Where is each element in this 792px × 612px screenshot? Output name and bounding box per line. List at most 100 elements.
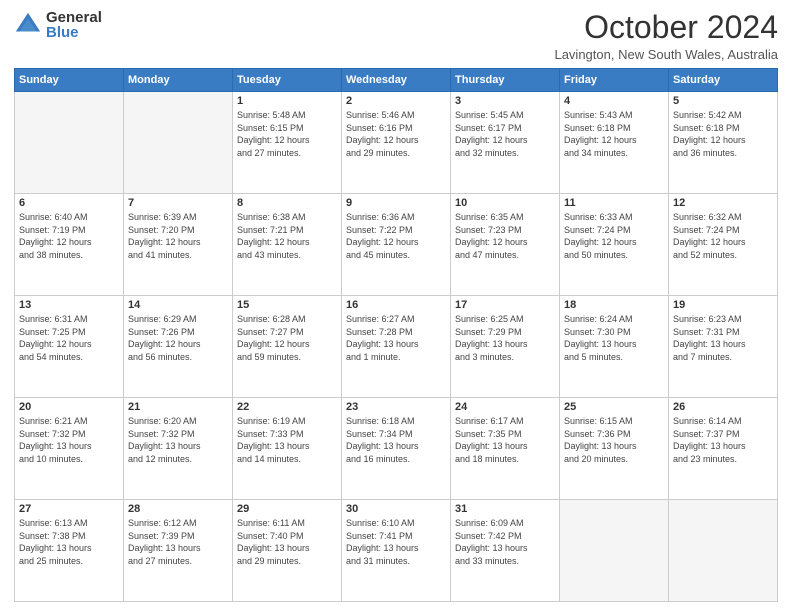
calendar-cell: 7 Sunrise: 6:39 AM Sunset: 7:20 PM Daylig…	[124, 194, 233, 296]
day-number: 14	[128, 299, 228, 311]
calendar-cell: 26 Sunrise: 6:14 AM Sunset: 7:37 PM Dayli…	[669, 398, 778, 500]
day-info: Sunrise: 6:29 AM Sunset: 7:26 PM Dayligh…	[128, 313, 228, 363]
day-number: 2	[346, 95, 446, 107]
location: Lavington, New South Wales, Australia	[554, 47, 778, 62]
day-number: 16	[346, 299, 446, 311]
day-info: Sunrise: 6:14 AM Sunset: 7:37 PM Dayligh…	[673, 415, 773, 465]
day-number: 15	[237, 299, 337, 311]
week-row-0: 1 Sunrise: 5:48 AM Sunset: 6:15 PM Daylig…	[15, 92, 778, 194]
day-number: 8	[237, 197, 337, 209]
day-number: 28	[128, 503, 228, 515]
day-info: Sunrise: 6:17 AM Sunset: 7:35 PM Dayligh…	[455, 415, 555, 465]
day-info: Sunrise: 6:35 AM Sunset: 7:23 PM Dayligh…	[455, 211, 555, 261]
title-area: October 2024 Lavington, New South Wales,…	[554, 10, 778, 62]
day-info: Sunrise: 6:21 AM Sunset: 7:32 PM Dayligh…	[19, 415, 119, 465]
day-number: 6	[19, 197, 119, 209]
col-tuesday: Tuesday	[233, 69, 342, 92]
calendar-cell: 23 Sunrise: 6:18 AM Sunset: 7:34 PM Dayli…	[342, 398, 451, 500]
calendar-cell: 6Sunrise: 6:40 AM Sunset: 7:19 PM Daylig…	[15, 194, 124, 296]
day-number: 7	[128, 197, 228, 209]
day-number: 26	[673, 401, 773, 413]
day-info: Sunrise: 6:32 AM Sunset: 7:24 PM Dayligh…	[673, 211, 773, 261]
calendar-cell	[669, 500, 778, 602]
logo-general: General	[46, 10, 102, 25]
calendar-cell: 30 Sunrise: 6:10 AM Sunset: 7:41 PM Dayli…	[342, 500, 451, 602]
day-info: Sunrise: 6:27 AM Sunset: 7:28 PM Dayligh…	[346, 313, 446, 363]
calendar-cell: 20Sunrise: 6:21 AM Sunset: 7:32 PM Dayli…	[15, 398, 124, 500]
day-number: 1	[237, 95, 337, 107]
day-info: Sunrise: 6:09 AM Sunset: 7:42 PM Dayligh…	[455, 517, 555, 567]
day-info: Sunrise: 5:43 AM Sunset: 6:18 PM Dayligh…	[564, 109, 664, 159]
calendar-cell: 19 Sunrise: 6:23 AM Sunset: 7:31 PM Dayli…	[669, 296, 778, 398]
day-info: Sunrise: 6:12 AM Sunset: 7:39 PM Dayligh…	[128, 517, 228, 567]
calendar-cell: 1 Sunrise: 5:48 AM Sunset: 6:15 PM Daylig…	[233, 92, 342, 194]
calendar-cell	[15, 92, 124, 194]
calendar-cell: 18Sunrise: 6:24 AM Sunset: 7:30 PM Dayli…	[560, 296, 669, 398]
day-number: 31	[455, 503, 555, 515]
day-number: 24	[455, 401, 555, 413]
day-number: 22	[237, 401, 337, 413]
day-number: 21	[128, 401, 228, 413]
calendar-body: 1 Sunrise: 5:48 AM Sunset: 6:15 PM Daylig…	[15, 92, 778, 602]
calendar-cell: 3 Sunrise: 5:45 AM Sunset: 6:17 PM Daylig…	[451, 92, 560, 194]
day-info: Sunrise: 6:38 AM Sunset: 7:21 PM Dayligh…	[237, 211, 337, 261]
day-info: Sunrise: 6:28 AM Sunset: 7:27 PM Dayligh…	[237, 313, 337, 363]
col-monday: Monday	[124, 69, 233, 92]
logo: General Blue	[14, 10, 102, 40]
day-info: Sunrise: 6:19 AM Sunset: 7:33 PM Dayligh…	[237, 415, 337, 465]
day-number: 17	[455, 299, 555, 311]
col-wednesday: Wednesday	[342, 69, 451, 92]
calendar-cell: 4 Sunrise: 5:43 AM Sunset: 6:18 PM Daylig…	[560, 92, 669, 194]
calendar-cell: 27Sunrise: 6:13 AM Sunset: 7:38 PM Dayli…	[15, 500, 124, 602]
day-info: Sunrise: 5:45 AM Sunset: 6:17 PM Dayligh…	[455, 109, 555, 159]
page: General Blue October 2024 Lavington, New…	[0, 0, 792, 612]
logo-icon	[14, 11, 42, 39]
calendar-header: Sunday Monday Tuesday Wednesday Thursday…	[15, 69, 778, 92]
calendar-cell: 8 Sunrise: 6:38 AM Sunset: 7:21 PM Daylig…	[233, 194, 342, 296]
day-info: Sunrise: 6:23 AM Sunset: 7:31 PM Dayligh…	[673, 313, 773, 363]
day-info: Sunrise: 5:42 AM Sunset: 6:18 PM Dayligh…	[673, 109, 773, 159]
week-row-2: 13Sunrise: 6:31 AM Sunset: 7:25 PM Dayli…	[15, 296, 778, 398]
logo-blue: Blue	[46, 25, 102, 40]
day-info: Sunrise: 6:36 AM Sunset: 7:22 PM Dayligh…	[346, 211, 446, 261]
calendar-cell: 15 Sunrise: 6:28 AM Sunset: 7:27 PM Dayli…	[233, 296, 342, 398]
day-info: Sunrise: 6:39 AM Sunset: 7:20 PM Dayligh…	[128, 211, 228, 261]
calendar-cell: 12 Sunrise: 6:32 AM Sunset: 7:24 PM Dayli…	[669, 194, 778, 296]
day-number: 25	[564, 401, 664, 413]
day-number: 9	[346, 197, 446, 209]
calendar-cell	[560, 500, 669, 602]
calendar-cell: 22 Sunrise: 6:19 AM Sunset: 7:33 PM Dayli…	[233, 398, 342, 500]
day-info: Sunrise: 5:46 AM Sunset: 6:16 PM Dayligh…	[346, 109, 446, 159]
day-info: Sunrise: 6:15 AM Sunset: 7:36 PM Dayligh…	[564, 415, 664, 465]
day-info: Sunrise: 6:18 AM Sunset: 7:34 PM Dayligh…	[346, 415, 446, 465]
day-number: 12	[673, 197, 773, 209]
day-number: 4	[564, 95, 664, 107]
col-sunday: Sunday	[15, 69, 124, 92]
calendar-cell: 11Sunrise: 6:33 AM Sunset: 7:24 PM Dayli…	[560, 194, 669, 296]
day-info: Sunrise: 6:33 AM Sunset: 7:24 PM Dayligh…	[564, 211, 664, 261]
calendar-cell: 24 Sunrise: 6:17 AM Sunset: 7:35 PM Dayli…	[451, 398, 560, 500]
day-info: Sunrise: 5:48 AM Sunset: 6:15 PM Dayligh…	[237, 109, 337, 159]
day-info: Sunrise: 6:11 AM Sunset: 7:40 PM Dayligh…	[237, 517, 337, 567]
calendar-cell: 29 Sunrise: 6:11 AM Sunset: 7:40 PM Dayli…	[233, 500, 342, 602]
calendar-cell: 25 Sunrise: 6:15 AM Sunset: 7:36 PM Dayli…	[560, 398, 669, 500]
calendar-cell: 31 Sunrise: 6:09 AM Sunset: 7:42 PM Dayli…	[451, 500, 560, 602]
day-info: Sunrise: 6:20 AM Sunset: 7:32 PM Dayligh…	[128, 415, 228, 465]
day-info: Sunrise: 6:10 AM Sunset: 7:41 PM Dayligh…	[346, 517, 446, 567]
calendar-cell: 5 Sunrise: 5:42 AM Sunset: 6:18 PM Daylig…	[669, 92, 778, 194]
calendar-cell: 21 Sunrise: 6:20 AM Sunset: 7:32 PM Dayli…	[124, 398, 233, 500]
week-row-4: 27Sunrise: 6:13 AM Sunset: 7:38 PM Dayli…	[15, 500, 778, 602]
day-number: 23	[346, 401, 446, 413]
day-number: 19	[673, 299, 773, 311]
day-info: Sunrise: 6:24 AM Sunset: 7:30 PM Dayligh…	[564, 313, 664, 363]
day-number: 5	[673, 95, 773, 107]
calendar-cell: 10Sunrise: 6:35 AM Sunset: 7:23 PM Dayli…	[451, 194, 560, 296]
day-number: 3	[455, 95, 555, 107]
col-friday: Friday	[560, 69, 669, 92]
day-number: 29	[237, 503, 337, 515]
calendar-cell: 16 Sunrise: 6:27 AM Sunset: 7:28 PM Dayli…	[342, 296, 451, 398]
day-number: 30	[346, 503, 446, 515]
header: General Blue October 2024 Lavington, New…	[14, 10, 778, 62]
day-number: 13	[19, 299, 119, 311]
calendar-cell: 28 Sunrise: 6:12 AM Sunset: 7:39 PM Dayli…	[124, 500, 233, 602]
